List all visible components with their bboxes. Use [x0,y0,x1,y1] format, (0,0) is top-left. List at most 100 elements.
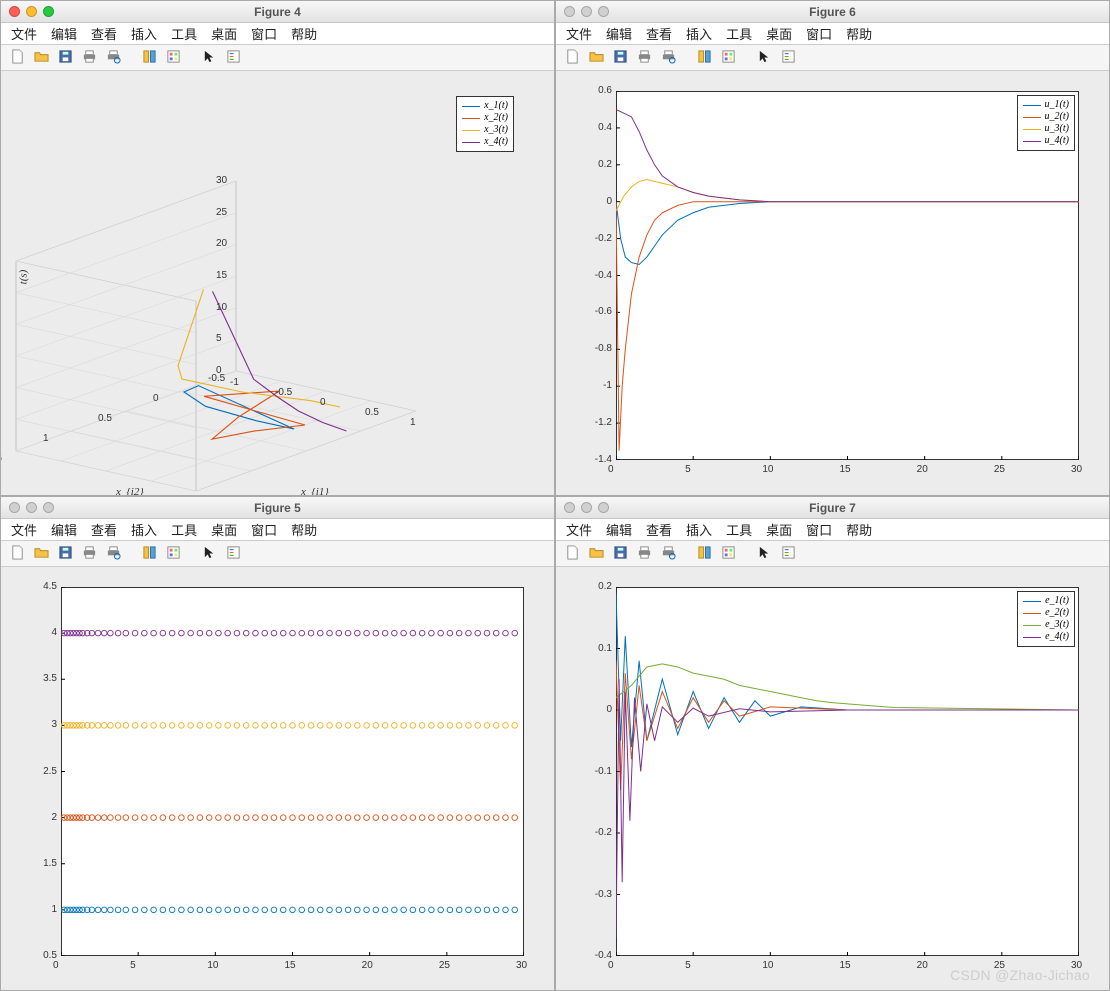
menu-6[interactable]: 窗口 [806,24,832,43]
close-button[interactable] [9,6,20,17]
data-cursor-button[interactable] [139,544,159,564]
menu-0[interactable]: 文件 [11,520,37,539]
zoom-button[interactable] [43,502,54,513]
menu-4[interactable]: 工具 [171,520,197,539]
data-cursor-button[interactable] [694,48,714,68]
open-folder-button[interactable] [31,544,51,564]
save-button[interactable] [55,544,75,564]
legend[interactable]: e_1(t)e_2(t)e_3(t)e_4(t) [1017,591,1075,647]
zoom-button[interactable] [598,6,609,17]
colorbar-button[interactable] [718,544,738,564]
menu-2[interactable]: 查看 [91,520,117,539]
menu-0[interactable]: 文件 [566,24,592,43]
zoom-button[interactable] [598,502,609,513]
insert-legend-button[interactable] [778,48,798,68]
menu-3[interactable]: 插入 [686,520,712,539]
print-button[interactable] [634,544,654,564]
menu-1[interactable]: 编辑 [606,24,632,43]
pointer-button[interactable] [199,48,219,68]
axes[interactable] [616,587,1079,956]
menu-1[interactable]: 编辑 [51,24,77,43]
menu-7[interactable]: 帮助 [291,520,317,539]
new-file-button[interactable] [562,544,582,564]
menu-7[interactable]: 帮助 [846,24,872,43]
print-preview-button[interactable] [103,544,123,564]
legend[interactable]: u_1(t)u_2(t)u_3(t)u_4(t) [1017,95,1075,151]
print-preview-button[interactable] [103,48,123,68]
menu-1[interactable]: 编辑 [51,520,77,539]
menu-5[interactable]: 桌面 [766,24,792,43]
pointer-button[interactable] [754,544,774,564]
pointer-button[interactable] [199,544,219,564]
toolbar [556,45,1109,71]
save-button[interactable] [610,544,630,564]
print-preview-button[interactable] [658,48,678,68]
colorbar-button[interactable] [163,544,183,564]
titlebar[interactable]: Figure 7 [556,497,1109,519]
menu-3[interactable]: 插入 [686,24,712,43]
y-tick: 0.5 [17,950,57,961]
menu-3[interactable]: 插入 [131,24,157,43]
minimize-button[interactable] [26,6,37,17]
legend[interactable]: x_1(t)x_2(t)x_3(t)x_4(t) [456,96,514,152]
close-button[interactable] [9,502,20,513]
data-cursor-button[interactable] [139,48,159,68]
menu-6[interactable]: 窗口 [251,520,277,539]
titlebar[interactable]: Figure 4 [1,1,554,23]
minimize-button[interactable] [581,502,592,513]
menu-0[interactable]: 文件 [566,520,592,539]
data-cursor-button[interactable] [694,544,714,564]
titlebar[interactable]: Figure 5 [1,497,554,519]
menu-2[interactable]: 查看 [646,520,672,539]
menu-6[interactable]: 窗口 [251,24,277,43]
new-file-button[interactable] [7,544,27,564]
pointer-button[interactable] [754,48,774,68]
colorbar-button[interactable] [163,48,183,68]
save-button[interactable] [55,48,75,68]
menu-0[interactable]: 文件 [11,24,37,43]
close-button[interactable] [564,502,575,513]
open-folder-button[interactable] [586,48,606,68]
new-file-button[interactable] [562,48,582,68]
save-button[interactable] [610,48,630,68]
legend-label: e_2(t) [1045,607,1069,619]
menu-4[interactable]: 工具 [726,24,752,43]
print-button[interactable] [634,48,654,68]
menu-4[interactable]: 工具 [726,520,752,539]
titlebar[interactable]: Figure 6 [556,1,1109,23]
y-tick: -0.2 [572,827,612,838]
insert-legend-button[interactable] [778,544,798,564]
print-button[interactable] [79,48,99,68]
menu-4[interactable]: 工具 [171,24,197,43]
new-file-button[interactable] [7,48,27,68]
minimize-button[interactable] [581,6,592,17]
insert-legend-button[interactable] [223,48,243,68]
insert-legend-icon [781,545,796,563]
menu-7[interactable]: 帮助 [291,24,317,43]
menu-7[interactable]: 帮助 [846,520,872,539]
print-button[interactable] [79,544,99,564]
menu-1[interactable]: 编辑 [606,520,632,539]
plot-canvas[interactable]: 051015202530-1-0.500.51-0.500.511.5x_{i1… [1,71,554,495]
plot-canvas[interactable]: 0510152025300.511.522.533.544.5 [1,567,554,990]
menu-2[interactable]: 查看 [91,24,117,43]
axes[interactable] [616,91,1079,460]
open-folder-button[interactable] [31,48,51,68]
menu-5[interactable]: 桌面 [766,520,792,539]
minimize-button[interactable] [26,502,37,513]
menu-2[interactable]: 查看 [646,24,672,43]
axes[interactable] [61,587,524,956]
open-folder-button[interactable] [586,544,606,564]
colorbar-button[interactable] [718,48,738,68]
zoom-button[interactable] [43,6,54,17]
insert-legend-button[interactable] [223,544,243,564]
print-preview-button[interactable] [658,544,678,564]
menu-5[interactable]: 桌面 [211,24,237,43]
menu-6[interactable]: 窗口 [806,520,832,539]
save-icon [58,49,73,67]
menu-3[interactable]: 插入 [131,520,157,539]
plot-canvas[interactable]: 051015202530-1.4-1.2-1-0.8-0.6-0.4-0.200… [556,71,1109,495]
close-button[interactable] [564,6,575,17]
plot-canvas[interactable]: 051015202530-0.4-0.3-0.2-0.100.10.2e_1(t… [556,567,1109,990]
menu-5[interactable]: 桌面 [211,520,237,539]
